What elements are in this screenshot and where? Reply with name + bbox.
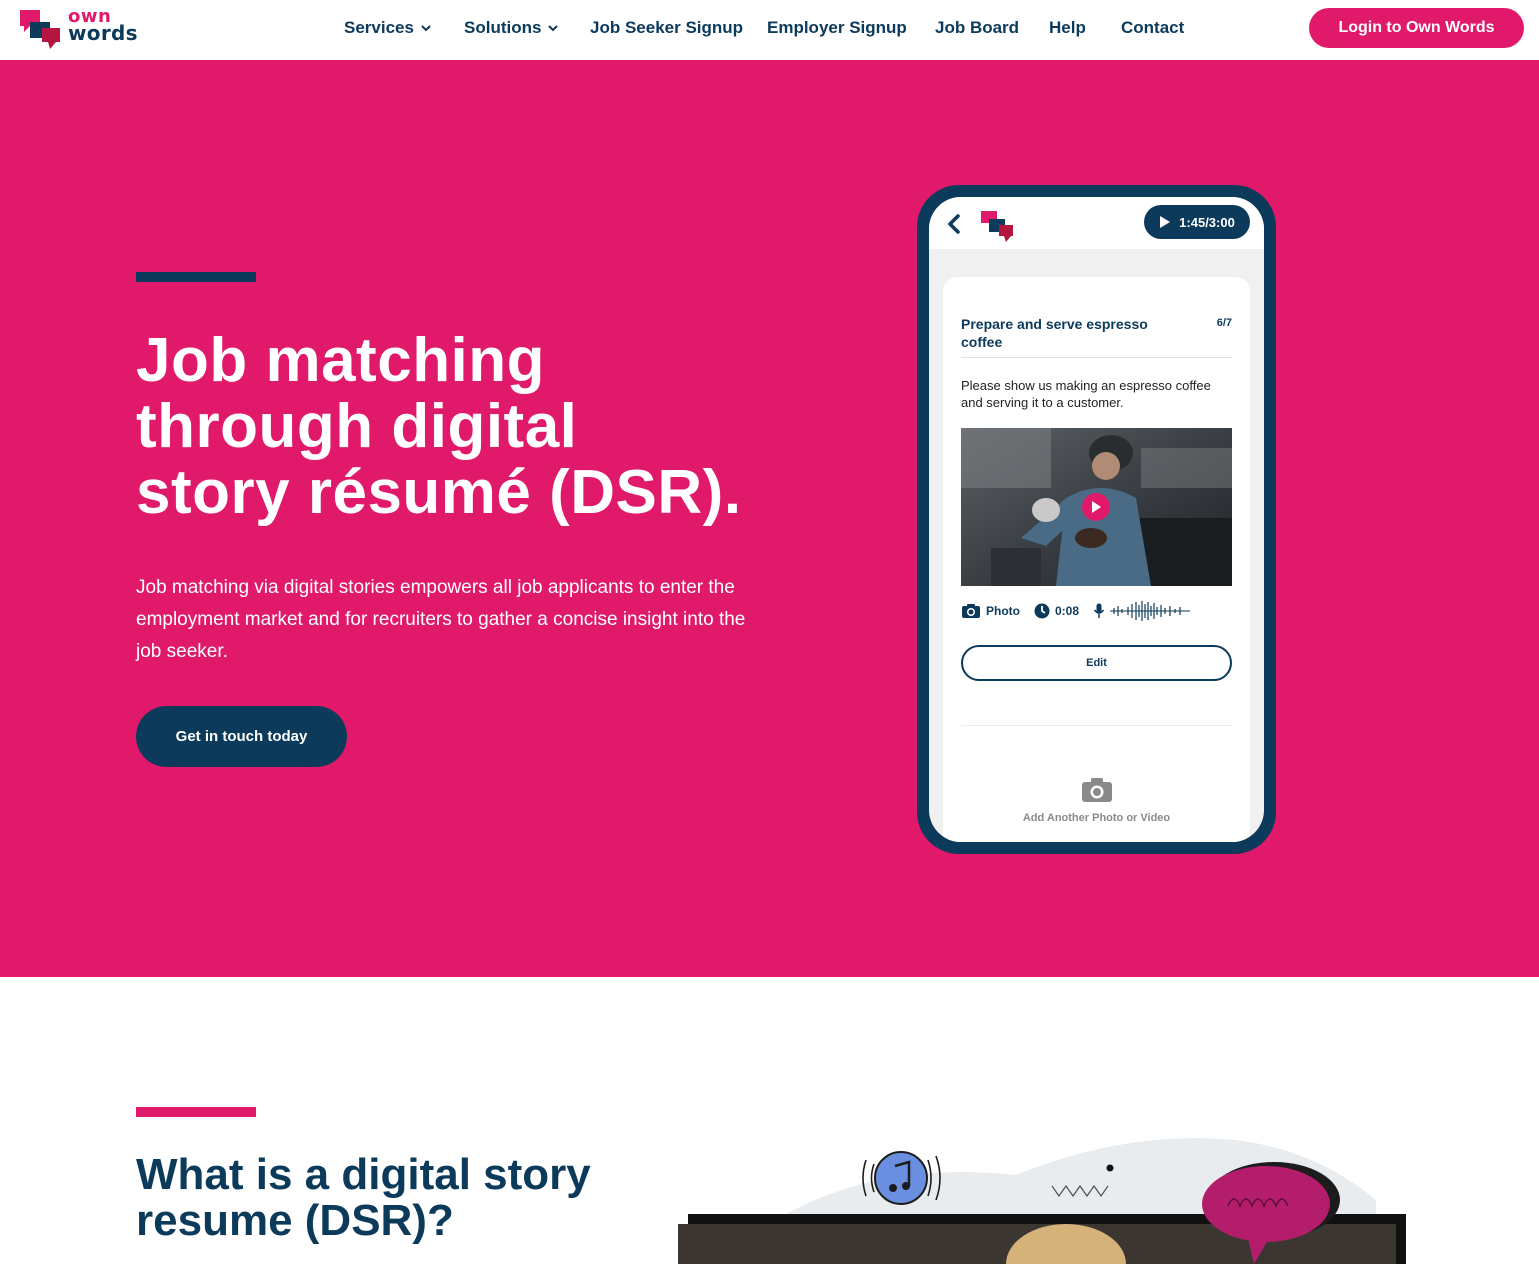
own-words-logo[interactable]: own words	[18, 6, 148, 52]
nav-job-board-label: Job Board	[935, 18, 1020, 37]
hero-title-line: Job matching	[136, 326, 546, 395]
phone-screen: 1:45/3:00 Prepare and serve espresso cof…	[929, 197, 1264, 842]
chevron-down-icon	[421, 25, 431, 32]
nav-employer-signup[interactable]: Employer Signup	[767, 18, 907, 38]
nav-contact[interactable]: Contact	[1121, 18, 1184, 38]
photo-meta: Photo	[961, 603, 1020, 619]
chevron-down-icon	[548, 25, 559, 32]
hero-title-line: through digital	[136, 392, 578, 461]
nav-job-board[interactable]: Job Board	[935, 18, 1019, 38]
media-meta-row: Photo 0:08	[961, 600, 1232, 622]
hero-section: Job matching through digital story résum…	[0, 60, 1539, 977]
site-header: own words Services Solutions Job Seeker …	[0, 0, 1539, 60]
hero-title: Job matching through digital story résum…	[136, 328, 836, 526]
divider	[961, 725, 1232, 726]
recording-timer[interactable]: 1:45/3:00	[1144, 205, 1250, 239]
story-card: Prepare and serve espresso coffee 6/7 Pl…	[943, 277, 1250, 842]
duration-text: 0:08	[1055, 604, 1080, 618]
phone-mockup: 1:45/3:00 Prepare and serve espresso cof…	[917, 185, 1276, 854]
microphone-icon	[1093, 603, 1105, 618]
back-arrow-icon[interactable]	[945, 213, 963, 235]
card-prompt: Please show us making an espresso coffee…	[961, 378, 1211, 410]
nav-solutions[interactable]: Solutions	[464, 18, 559, 38]
play-icon	[1092, 501, 1101, 513]
camera-icon	[1081, 778, 1112, 802]
edit-button[interactable]: Edit	[961, 645, 1232, 681]
duration-meta: 0:08	[1034, 603, 1079, 619]
login-button[interactable]: Login to Own Words	[1309, 8, 1524, 48]
nav-services[interactable]: Services	[344, 18, 432, 38]
section2-title-line: resume (DSR)?	[136, 1196, 454, 1245]
card-title: Prepare and serve espresso coffee	[961, 316, 1148, 350]
clock-icon	[1034, 603, 1050, 619]
logo-words-text: words	[68, 21, 138, 45]
nav-employer-signup-label: Employer Signup	[767, 18, 907, 37]
camera-icon	[962, 604, 980, 618]
get-in-touch-button[interactable]: Get in touch today	[136, 706, 347, 767]
photo-label: Photo	[986, 604, 1020, 618]
hero-title-line: story résumé (DSR).	[136, 458, 742, 527]
nav-solutions-label: Solutions	[464, 18, 542, 37]
nav-help[interactable]: Help	[1049, 18, 1086, 38]
play-icon	[1160, 216, 1171, 228]
app-top-bar: 1:45/3:00	[929, 197, 1264, 249]
dsr-illustration	[678, 1138, 1406, 1264]
section2-title: What is a digital story resume (DSR)?	[136, 1152, 656, 1244]
app-logo-icon	[981, 211, 1013, 242]
hero-description: Job matching via digital stories empower…	[136, 577, 746, 662]
section2-accent-bar	[136, 1107, 256, 1117]
nav-contact-label: Contact	[1121, 18, 1185, 37]
card-step-count: 6/7	[1216, 317, 1232, 329]
timer-text: 1:45/3:00	[1179, 214, 1235, 230]
hero-accent-bar	[136, 272, 256, 282]
section2-title-line: What is a digital story	[136, 1150, 591, 1199]
nav-services-label: Services	[344, 18, 414, 37]
logo-speech-bubbles-icon	[20, 10, 60, 49]
video-thumbnail[interactable]	[961, 428, 1232, 586]
divider	[961, 357, 1232, 358]
nav-job-seeker-signup[interactable]: Job Seeker Signup	[590, 18, 743, 38]
add-media-button[interactable]: Add Another Photo or Video	[943, 777, 1250, 824]
audio-meta	[1093, 601, 1191, 621]
nav-help-label: Help	[1049, 18, 1086, 37]
logo-wordmark: own words	[68, 8, 138, 45]
play-button[interactable]	[1082, 493, 1110, 521]
audio-waveform-icon	[1110, 601, 1191, 621]
nav-job-seeker-signup-label: Job Seeker Signup	[590, 18, 744, 37]
add-media-label: Add Another Photo or Video	[1022, 812, 1171, 824]
